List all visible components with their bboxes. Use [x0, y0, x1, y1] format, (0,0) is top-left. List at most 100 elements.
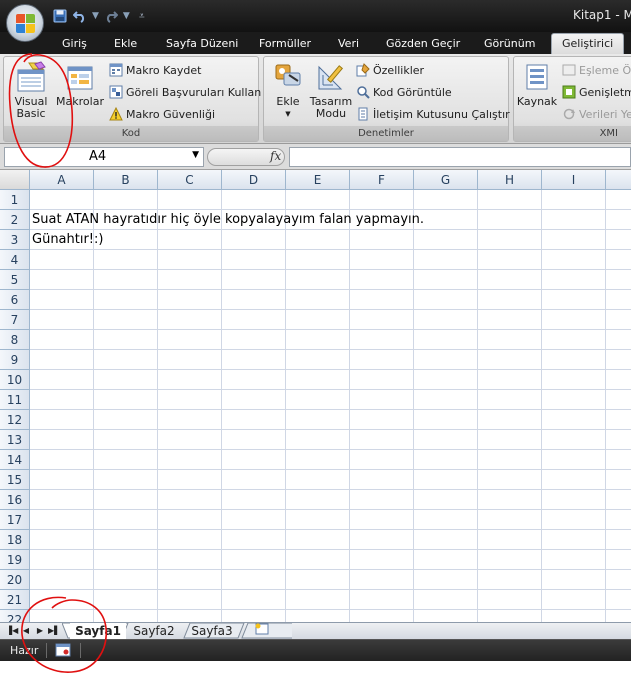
sheet-tab-sayfa2[interactable]: Sayfa2: [126, 623, 182, 639]
makrolar-button[interactable]: Makrolar: [54, 61, 106, 108]
tab-veri[interactable]: Veri: [338, 37, 359, 50]
tab-ekle[interactable]: Ekle: [114, 37, 137, 50]
name-box-value: A4: [89, 149, 107, 164]
grid-row-line: [30, 509, 631, 510]
worksheet-grid[interactable]: A B C D E F G H I 1 2 3 4 5 6 7 8 9 10 11 12 13 14 15 16 17 18 19 20…: [0, 170, 631, 622]
prev-sheet-icon[interactable]: ◀: [20, 625, 32, 637]
grid-row-line: [30, 549, 631, 550]
group-xml: Kaynak Eşleme Öz Genişletm Verileri Ye X…: [513, 56, 631, 142]
last-sheet-icon[interactable]: ▶▌: [48, 625, 60, 637]
row-header-6[interactable]: 6: [0, 290, 30, 310]
name-box[interactable]: A4 ▼: [4, 147, 204, 167]
office-button[interactable]: [6, 4, 44, 42]
insert-function-icon[interactable]: fx: [270, 149, 281, 163]
run-dialog-icon: [356, 107, 370, 121]
iletisim-kutusu-button[interactable]: İletişim Kutusunu Çalıştır: [356, 105, 510, 123]
row-header-18[interactable]: 18: [0, 530, 30, 550]
formula-input[interactable]: [289, 147, 631, 167]
macros-icon: [64, 61, 96, 93]
grid-row-line: [30, 389, 631, 390]
column-header-b[interactable]: B: [94, 170, 158, 190]
tab-gozden-gecir[interactable]: Gözden Geçir: [386, 37, 460, 50]
column-header-h[interactable]: H: [478, 170, 542, 190]
row-header-3[interactable]: 3: [0, 230, 30, 250]
insert-sheet-icon: [255, 623, 269, 635]
column-header-e[interactable]: E: [286, 170, 350, 190]
column-header-partial[interactable]: [606, 170, 631, 190]
esleme-ozellikleri-button[interactable]: Eşleme Öz: [562, 61, 631, 79]
row-header-15[interactable]: 15: [0, 470, 30, 490]
cell-a2[interactable]: Suat ATAN hayratıdır hiç öyle kopyalayay…: [32, 210, 424, 230]
tab-sayfa-duzeni[interactable]: Sayfa Düzeni: [166, 37, 238, 50]
visual-basic-button[interactable]: Visual Basic: [8, 61, 54, 120]
row-header-1[interactable]: 1: [0, 190, 30, 210]
group-kod: Visual Basic Makrolar Makro Kaydet Görel…: [3, 56, 261, 142]
grid-row-line: [30, 569, 631, 570]
name-box-dropdown-icon[interactable]: ▼: [192, 150, 199, 160]
redo-dropdown-icon[interactable]: ▼: [123, 11, 130, 21]
makrolar-label: Makrolar: [56, 95, 104, 108]
next-sheet-icon[interactable]: ▶: [34, 625, 46, 637]
tab-giris[interactable]: Giriş: [62, 37, 87, 50]
tab-gelistirici[interactable]: Geliştirici: [551, 33, 625, 54]
ekle-dropdown-icon: ▼: [285, 110, 291, 118]
column-header-a[interactable]: A: [30, 170, 94, 190]
tasarim-modu-button[interactable]: Tasarım Modu: [308, 61, 354, 120]
column-header-i[interactable]: I: [542, 170, 606, 190]
cell-a3[interactable]: Günahtır!:): [32, 230, 103, 250]
grid-row-line: [30, 449, 631, 450]
sheet-tab-sayfa3[interactable]: Sayfa3: [184, 623, 240, 639]
first-sheet-icon[interactable]: ▐◀: [6, 625, 18, 637]
row-header-7[interactable]: 7: [0, 310, 30, 330]
row-header-21[interactable]: 21: [0, 590, 30, 610]
row-header-4[interactable]: 4: [0, 250, 30, 270]
verileri-yenile-button[interactable]: Verileri Ye: [562, 105, 631, 123]
row-header-8[interactable]: 8: [0, 330, 30, 350]
row-header-5[interactable]: 5: [0, 270, 30, 290]
row-header-20[interactable]: 20: [0, 570, 30, 590]
row-header-2[interactable]: 2: [0, 210, 30, 230]
redo-icon[interactable]: [103, 8, 119, 24]
kod-goruntule-label: Kod Görüntüle: [373, 85, 452, 99]
save-icon[interactable]: [52, 8, 68, 24]
select-all-corner[interactable]: [0, 170, 30, 190]
row-header-22[interactable]: 22: [0, 610, 30, 622]
tab-gorunum[interactable]: Görünüm: [484, 37, 535, 50]
tab-formuller[interactable]: Formüller: [259, 37, 311, 50]
grid-column-line: [413, 190, 414, 622]
undo-icon[interactable]: [72, 8, 88, 24]
iletisim-kutusu-label: İletişim Kutusunu Çalıştır: [373, 107, 510, 121]
row-header-14[interactable]: 14: [0, 450, 30, 470]
row-header-17[interactable]: 17: [0, 510, 30, 530]
grid-row-line: [30, 249, 631, 250]
row-header-11[interactable]: 11: [0, 390, 30, 410]
insert-sheet-button[interactable]: [245, 623, 279, 639]
grid-row-line: [30, 489, 631, 490]
makro-kaydet-button[interactable]: Makro Kaydet: [109, 61, 201, 79]
makro-guvenligi-button[interactable]: Makro Güvenliği: [109, 105, 215, 123]
ekle-button[interactable]: Ekle ▼: [268, 61, 308, 120]
column-header-c[interactable]: C: [158, 170, 222, 190]
customize-qat-icon[interactable]: ⩡: [134, 8, 150, 24]
column-header-f[interactable]: F: [350, 170, 414, 190]
genisletme-paketleri-button[interactable]: Genişletm: [562, 83, 631, 101]
row-header-19[interactable]: 19: [0, 550, 30, 570]
macro-record-status-icon[interactable]: [55, 643, 71, 657]
goreli-basvurular-button[interactable]: Göreli Başvuruları Kullan: [109, 83, 261, 101]
row-header-12[interactable]: 12: [0, 410, 30, 430]
row-header-9[interactable]: 9: [0, 350, 30, 370]
row-header-10[interactable]: 10: [0, 370, 30, 390]
grid-row-line: [30, 349, 631, 350]
ozellikler-button[interactable]: Özellikler: [356, 61, 424, 79]
column-header-g[interactable]: G: [414, 170, 478, 190]
column-header-d[interactable]: D: [222, 170, 286, 190]
kod-goruntule-button[interactable]: Kod Görüntüle: [356, 83, 452, 101]
row-header-16[interactable]: 16: [0, 490, 30, 510]
undo-dropdown-icon[interactable]: ▼: [92, 11, 99, 21]
formula-bar: A4 ▼ fx: [0, 144, 631, 170]
row-header-13[interactable]: 13: [0, 430, 30, 450]
kaynak-button[interactable]: Kaynak: [516, 61, 558, 108]
relative-references-icon: [109, 85, 123, 99]
sheet-tab-sayfa1[interactable]: Sayfa1: [70, 623, 126, 639]
group-denetimler-label: Denetimler: [264, 126, 508, 141]
